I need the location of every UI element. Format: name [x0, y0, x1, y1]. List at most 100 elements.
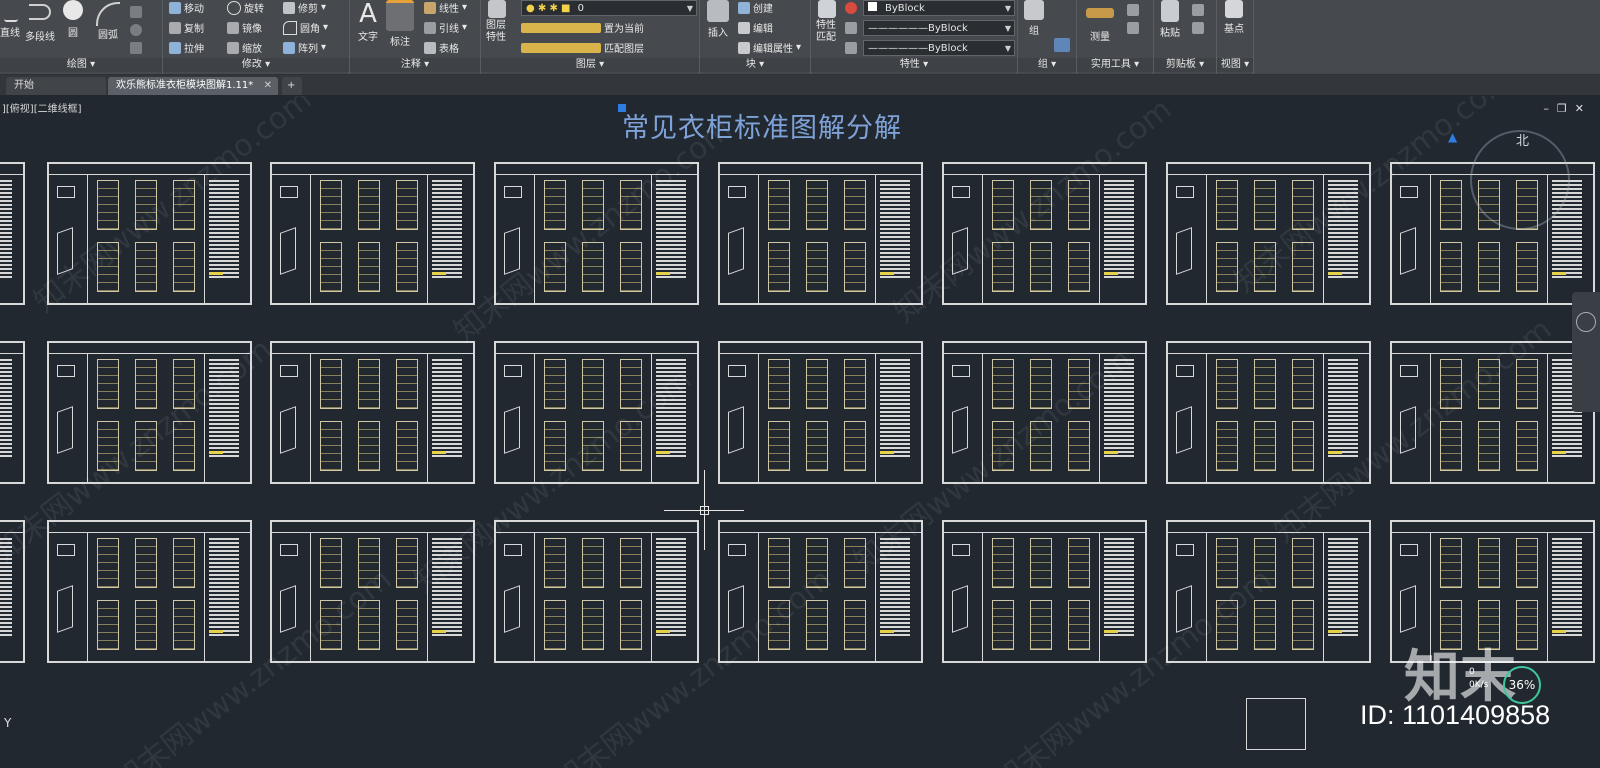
tab-start[interactable]: 开始: [6, 77, 106, 95]
wardrobe-unit: [544, 538, 566, 588]
wardrobe-unit: [396, 180, 418, 230]
spec-text-block: [432, 180, 462, 280]
layer-combo[interactable]: ● ✱ ✱ ■ 0 ▼: [521, 0, 697, 16]
restore-icon[interactable]: ❐: [1557, 102, 1575, 115]
paste-button[interactable]: 粘贴: [1156, 0, 1184, 39]
wardrobe-unit: [173, 600, 195, 650]
layers-panel-title[interactable]: 图层 ▾: [481, 58, 699, 72]
color-value: ByBlock: [885, 3, 925, 14]
color-combo[interactable]: ByBlock ▼: [863, 0, 1015, 16]
wardrobe-unit: [992, 600, 1014, 650]
draw-panel-title[interactable]: 绘图 ▾: [0, 58, 162, 72]
line-button[interactable]: 直线: [0, 0, 22, 39]
stretch-button[interactable]: 拉伸: [169, 40, 204, 55]
viewport-window-buttons[interactable]: –❐✕: [1543, 102, 1592, 115]
highlight-mark: [1104, 451, 1118, 454]
drawing-sheet: [0, 341, 25, 484]
copy-button[interactable]: 复制: [169, 20, 204, 35]
arc-button[interactable]: 圆弧: [92, 0, 124, 41]
arc-icon: [96, 2, 120, 26]
group-select-button[interactable]: [1054, 38, 1070, 52]
net-percent: 36%: [1503, 666, 1541, 704]
text-label: 文字: [358, 32, 378, 43]
utilities-panel-title[interactable]: 实用工具 ▾: [1077, 58, 1153, 72]
annotation-panel-title[interactable]: 注释 ▾: [350, 58, 480, 72]
wardrobe-unit: [1216, 359, 1238, 409]
linetype-icon-glyph: [845, 42, 857, 54]
scale-button[interactable]: 缩放: [227, 40, 262, 55]
wardrobe-unit: [768, 242, 790, 292]
draw-more-icons[interactable]: [130, 6, 142, 54]
dimension-button[interactable]: 标注: [386, 0, 414, 48]
properties-panel-title[interactable]: 特性 ▾: [811, 58, 1017, 72]
match-properties-button[interactable]: 特性匹配: [813, 0, 841, 44]
layer-properties-button[interactable]: 图层特性: [483, 0, 511, 44]
table-button[interactable]: 表格: [424, 40, 459, 55]
clipboard-more-icons[interactable]: [1192, 4, 1204, 34]
linear-button[interactable]: 线性 ▾: [424, 0, 467, 15]
linetype-icon[interactable]: [845, 42, 857, 54]
paste-icon: [1161, 0, 1179, 22]
mirror-button[interactable]: 镜像: [227, 20, 262, 35]
spec-text-block: [209, 538, 239, 638]
drawing-viewport[interactable]: ][俯视][二维线框] –❐✕ 常见衣柜标准图解分解 北 ▲ 知末 0 0K/s…: [0, 96, 1600, 768]
view-panel-title[interactable]: 视图 ▾: [1217, 58, 1253, 72]
close-viewport-icon[interactable]: ✕: [1575, 102, 1592, 115]
tab-drawing[interactable]: 欢乐熊标准衣柜模块图解1.11* ✕: [108, 77, 278, 95]
wardrobe-unit: [768, 421, 790, 471]
navigation-bar[interactable]: [1572, 292, 1600, 412]
drawing-sheet: [718, 162, 923, 305]
lineweight-icon[interactable]: [845, 22, 857, 34]
group-button[interactable]: 组: [1020, 0, 1048, 37]
edit-block-button[interactable]: 编辑: [738, 20, 773, 35]
linetype-value: ByBlock: [928, 23, 968, 34]
move-button[interactable]: 移动: [169, 0, 204, 15]
close-icon[interactable]: ✕: [264, 77, 272, 95]
view-controls[interactable]: ][俯视][二维线框]: [2, 100, 82, 115]
match-layer-button[interactable]: 匹配图层: [521, 40, 644, 55]
highlight-mark: [209, 630, 223, 633]
lineweight-combo[interactable]: ——————ByBlock ▼: [863, 40, 1015, 56]
quickcalc-icon: [1127, 22, 1139, 34]
match-properties-label: 特性匹配: [816, 20, 836, 43]
panel-view: 基点 视图 ▾: [1217, 0, 1254, 74]
trim-button[interactable]: 修剪 ▾: [283, 0, 326, 15]
minimize-icon[interactable]: –: [1543, 102, 1557, 115]
create-block-button[interactable]: 创建: [738, 0, 773, 15]
wardrobe-unit: [358, 242, 380, 292]
groups-panel-title[interactable]: 组 ▾: [1018, 58, 1076, 72]
utilities-more-icons[interactable]: [1127, 4, 1139, 34]
wardrobe-unit: [844, 242, 866, 292]
image-id: ID: 1101409858: [1360, 700, 1551, 730]
wardrobe-unit: [1030, 538, 1052, 588]
polyline-button[interactable]: 多段线: [22, 0, 58, 43]
modify-panel-title[interactable]: 修改 ▾: [163, 58, 349, 72]
circle-button[interactable]: 圆: [60, 0, 86, 39]
wardrobe-unit: [358, 359, 380, 409]
clipboard-panel-title[interactable]: 剪贴板 ▾: [1154, 58, 1216, 72]
rotate-button[interactable]: 旋转: [227, 0, 264, 15]
linetype-combo[interactable]: ——————ByBlock ▼: [863, 20, 1015, 36]
set-current-button[interactable]: 置为当前: [521, 20, 644, 35]
block-panel-title[interactable]: 块 ▾: [700, 58, 810, 72]
create-label: 创建: [753, 4, 773, 15]
panel-modify: 移动 旋转 修剪 ▾ 复制 镜像 圆角 ▾ 拉伸 缩放 阵列 ▾ 修改 ▾: [163, 0, 350, 74]
pan-icon[interactable]: [1576, 312, 1596, 332]
modify-title: 修改: [241, 59, 262, 70]
wardrobe-unit: [1216, 421, 1238, 471]
color-wheel-icon[interactable]: [845, 2, 857, 14]
edit-attribute-button[interactable]: 编辑属性 ▾: [738, 40, 801, 55]
insert-button[interactable]: 插入: [704, 0, 732, 39]
fillet-button[interactable]: 圆角 ▾: [283, 20, 328, 35]
new-tab-button[interactable]: +: [282, 77, 302, 95]
color-icon: [845, 2, 857, 14]
linear-icon: [424, 1, 436, 14]
measure-button[interactable]: 测量: [1083, 0, 1117, 43]
basepoint-button[interactable]: 基点: [1219, 0, 1249, 35]
wardrobe-unit: [173, 538, 195, 588]
group-label: 组: [1029, 26, 1039, 37]
text-button[interactable]: A 文字: [354, 0, 382, 43]
array-button[interactable]: 阵列 ▾: [283, 40, 326, 55]
leader-button[interactable]: 引线 ▾: [424, 20, 467, 35]
highlight-mark: [209, 451, 223, 454]
